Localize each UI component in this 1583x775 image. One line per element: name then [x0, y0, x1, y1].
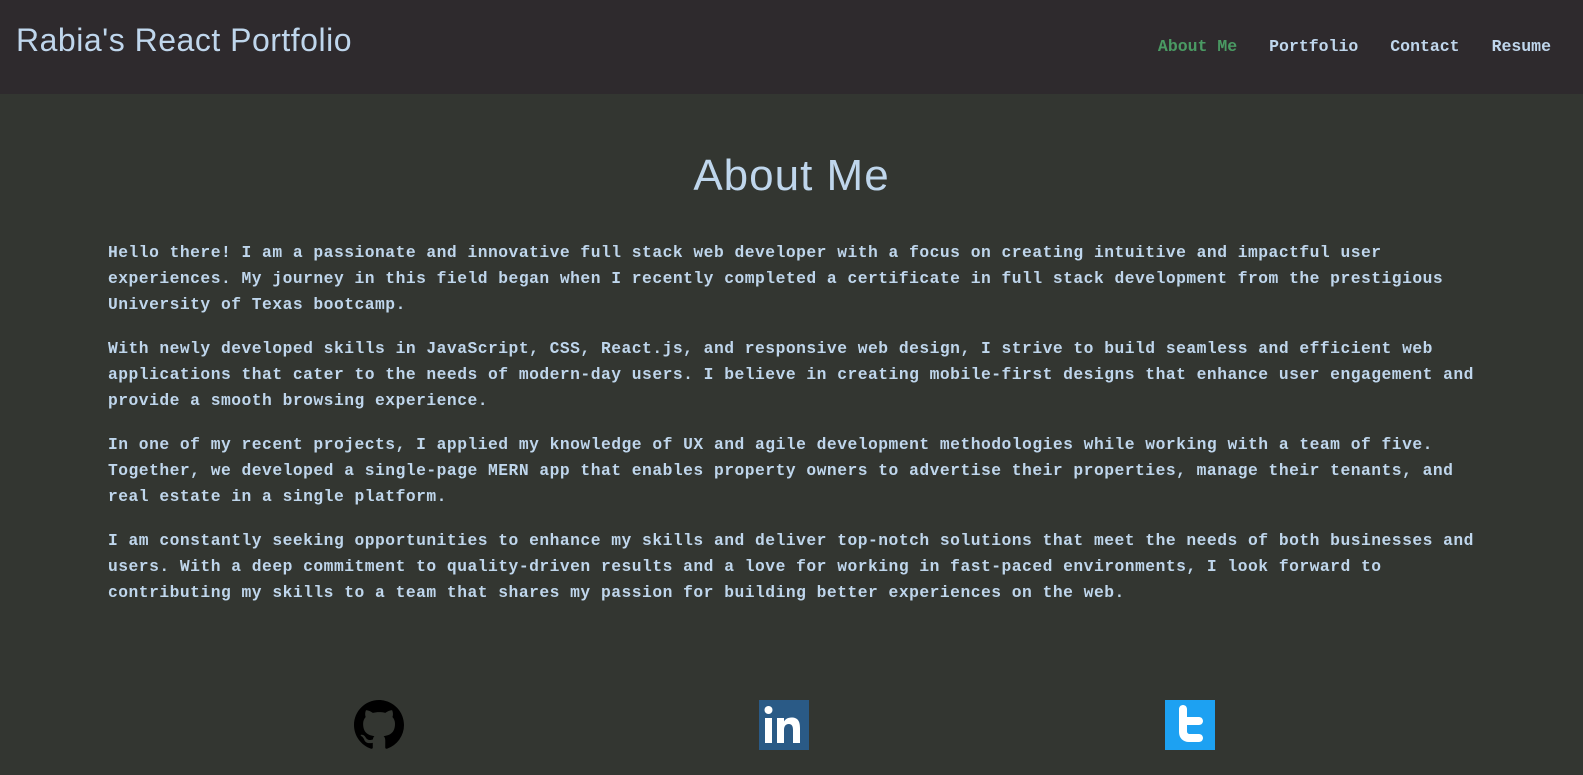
about-paragraph-3: In one of my recent projects, I applied … — [108, 435, 1454, 506]
twitter-icon — [1165, 700, 1215, 750]
twitter-link[interactable] — [1165, 700, 1215, 750]
about-section: Hello there! I am a passionate and innov… — [108, 240, 1478, 624]
nav-contact[interactable]: Contact — [1374, 36, 1475, 58]
github-link[interactable] — [354, 700, 404, 750]
site-header: Rabia's React Portfolio About Me Portfol… — [0, 0, 1583, 94]
linkedin-link[interactable] — [759, 700, 809, 750]
nav-about-me[interactable]: About Me — [1142, 36, 1253, 58]
about-paragraph-1: Hello there! I am a passionate and innov… — [108, 243, 1444, 314]
social-links — [0, 700, 1583, 750]
github-icon — [354, 700, 404, 749]
site-title: Rabia's React Portfolio — [16, 22, 352, 58]
page-title: About Me — [693, 151, 890, 200]
main-nav: About Me Portfolio Contact Resume — [1142, 36, 1567, 58]
about-paragraph-4: I am constantly seeking opportunities to… — [108, 531, 1474, 602]
linkedin-icon — [759, 700, 809, 750]
nav-resume[interactable]: Resume — [1476, 36, 1567, 58]
nav-portfolio[interactable]: Portfolio — [1253, 36, 1374, 58]
about-paragraph-2: With newly developed skills in JavaScrip… — [108, 339, 1474, 410]
